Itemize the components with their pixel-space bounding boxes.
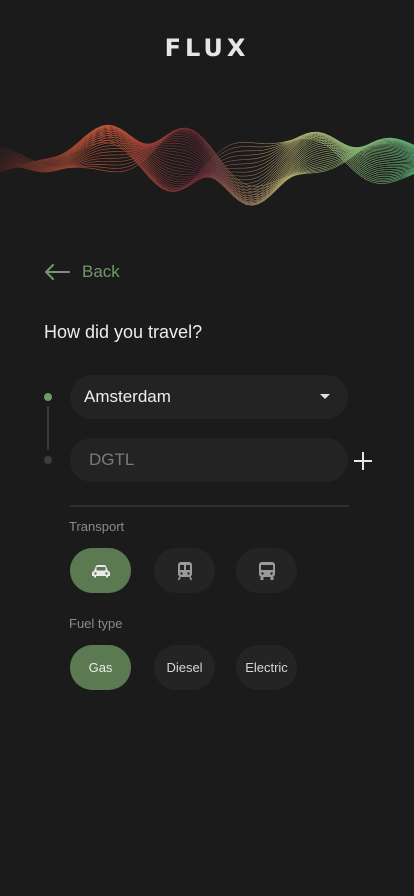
bus-icon xyxy=(258,561,275,580)
route-end-dot xyxy=(44,456,52,464)
question-heading: How did you travel? xyxy=(44,322,203,342)
fuel-gas-button[interactable]: Gas xyxy=(70,645,131,690)
destination-placeholder: DGTL xyxy=(89,450,135,469)
route-start-dot xyxy=(44,393,52,401)
origin-select[interactable]: Amsterdam xyxy=(70,375,348,419)
transport-car-button[interactable] xyxy=(70,548,131,593)
back-label: Back xyxy=(82,262,120,281)
decorative-wave-graphic xyxy=(0,124,414,206)
transport-label: Transport xyxy=(69,519,125,534)
train-icon xyxy=(177,561,192,580)
route-line xyxy=(47,406,49,450)
fuel-type-label: Fuel type xyxy=(69,616,123,631)
fuel-electric-button[interactable]: Electric xyxy=(236,645,297,690)
destination-input[interactable]: DGTL xyxy=(70,438,348,482)
car-icon xyxy=(91,564,110,577)
add-stop-icon[interactable] xyxy=(352,450,374,472)
transport-train-button[interactable] xyxy=(154,548,215,593)
arrow-left-icon xyxy=(45,264,70,280)
caret-down-icon xyxy=(320,394,330,399)
transport-bus-button[interactable] xyxy=(236,548,297,593)
app-logo: FLUX xyxy=(164,34,250,62)
back-button[interactable]: Back xyxy=(44,262,120,282)
divider xyxy=(70,505,349,507)
fuel-diesel-button[interactable]: Diesel xyxy=(154,645,215,690)
origin-value: Amsterdam xyxy=(84,387,171,406)
